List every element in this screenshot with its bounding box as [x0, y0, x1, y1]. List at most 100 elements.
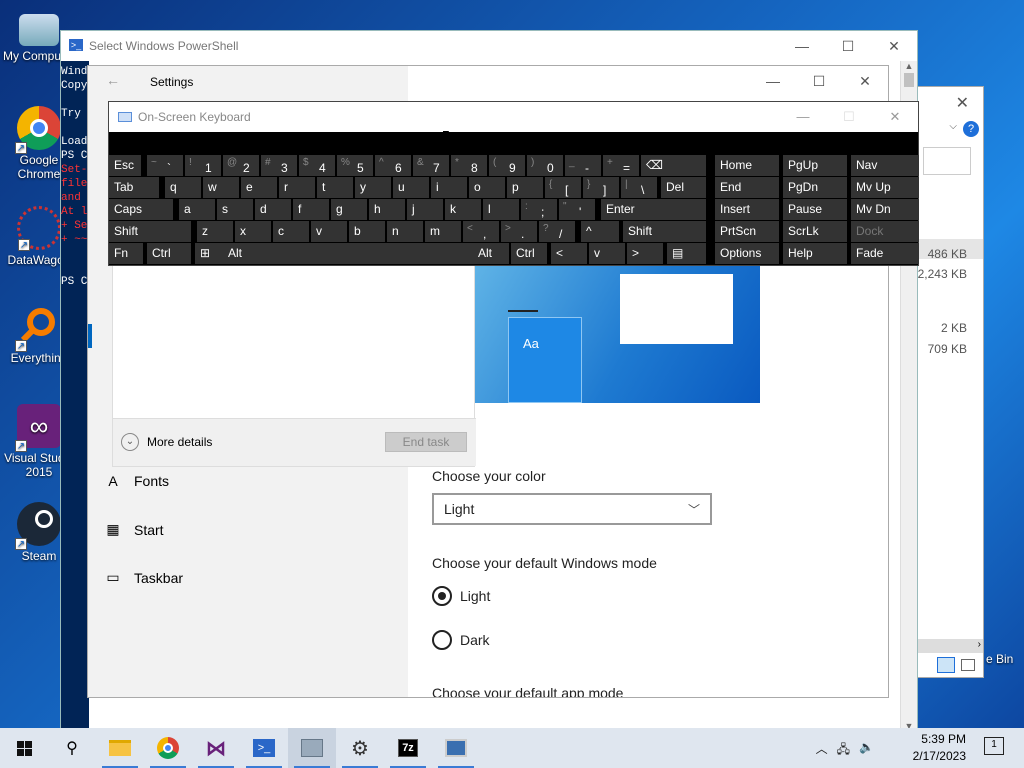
- details-view-icon[interactable]: [937, 657, 955, 673]
- large-icons-view-icon[interactable]: [961, 659, 975, 671]
- osk-key[interactable]: k: [445, 199, 481, 220]
- osk-key[interactable]: ▤: [667, 243, 706, 264]
- osk-key[interactable]: n: [387, 221, 423, 242]
- osk-key[interactable]: j: [407, 199, 443, 220]
- maximize-button[interactable]: ☐: [796, 66, 842, 96]
- osk-key[interactable]: x: [235, 221, 271, 242]
- osk-key[interactable]: Fn: [109, 243, 143, 264]
- maximize-button[interactable]: ☐: [826, 102, 872, 132]
- osk-nav-key[interactable]: PrtScn: [715, 221, 779, 242]
- close-button[interactable]: ✕: [871, 31, 917, 61]
- osk-key[interactable]: c: [273, 221, 309, 242]
- osk-nav-key[interactable]: PgUp: [783, 155, 847, 176]
- osk-key[interactable]: t: [317, 177, 353, 198]
- osk-key[interactable]: ⌫: [641, 155, 706, 176]
- taskbar-control-panel[interactable]: [288, 728, 336, 768]
- taskbar-powershell[interactable]: >_: [240, 728, 288, 768]
- minimize-button[interactable]: —: [780, 102, 826, 132]
- osk-key[interactable]: ^: [581, 221, 619, 242]
- osk-key[interactable]: % 5: [337, 155, 373, 176]
- osk-nav-key[interactable]: Nav: [851, 155, 919, 176]
- osk-key[interactable]: e: [241, 177, 277, 198]
- osk-nav-key[interactable]: PgDn: [783, 177, 847, 198]
- osk-key[interactable]: g: [331, 199, 367, 220]
- mode-dark-label[interactable]: Dark: [460, 632, 490, 648]
- osk-key[interactable]: ? /: [539, 221, 575, 242]
- osk-key[interactable]: <,: [463, 221, 499, 242]
- osk-key[interactable]: s: [217, 199, 253, 220]
- osk-key[interactable]: ^ 6: [375, 155, 411, 176]
- taskbar-settings[interactable]: ⚙: [336, 728, 384, 768]
- osk-key[interactable]: Ctrl: [511, 243, 547, 264]
- volume-icon[interactable]: 🔈: [859, 740, 874, 761]
- osk-key[interactable]: ) 0: [527, 155, 563, 176]
- osk-key[interactable]: ~ `: [147, 155, 183, 176]
- osk-nav-key[interactable]: ScrLk: [783, 221, 847, 242]
- osk-key[interactable]: Del: [661, 177, 706, 198]
- osk-key[interactable]: y: [355, 177, 391, 198]
- osk-nav-key[interactable]: Home: [715, 155, 779, 176]
- recycle-bin-label[interactable]: e Bin: [986, 652, 1013, 666]
- close-icon[interactable]: ✕: [956, 93, 969, 113]
- taskbar-file-explorer[interactable]: [96, 728, 144, 768]
- osk-key[interactable]: + =: [603, 155, 639, 176]
- osk-nav-key[interactable]: Options: [715, 243, 779, 264]
- osk-key[interactable]: | \: [621, 177, 657, 198]
- nav-taskbar[interactable]: ▭ Taskbar: [104, 569, 183, 586]
- osk-nav-key[interactable]: Insert: [715, 199, 779, 220]
- osk-key[interactable]: Alt: [473, 243, 509, 264]
- osk-key[interactable]: * 8: [451, 155, 487, 176]
- osk-key[interactable]: Tab: [109, 177, 159, 198]
- action-center-icon[interactable]: 1: [984, 737, 1004, 755]
- osk-key[interactable]: Caps: [109, 199, 173, 220]
- osk-key[interactable]: r: [279, 177, 315, 198]
- taskbar-remote-desktop[interactable]: [432, 728, 480, 768]
- osk-key[interactable]: [265, 243, 473, 264]
- osk-nav-key[interactable]: Help: [783, 243, 847, 264]
- osk-key[interactable]: Shift: [623, 221, 706, 242]
- osk-key[interactable]: m: [425, 221, 461, 242]
- taskbar-7zip[interactable]: 7z: [384, 728, 432, 768]
- osk-key[interactable]: l: [483, 199, 519, 220]
- osk-key[interactable]: }]: [583, 177, 619, 198]
- end-task-button[interactable]: End task: [385, 432, 467, 452]
- osk-nav-key[interactable]: Pause: [783, 199, 847, 220]
- osk-key[interactable]: & 7: [413, 155, 449, 176]
- osk-nav-key[interactable]: Mv Up: [851, 177, 919, 198]
- osk-key[interactable]: d: [255, 199, 291, 220]
- nav-fonts[interactable]: A Fonts: [104, 473, 169, 489]
- osk-key[interactable]: Enter: [601, 199, 706, 220]
- osk-nav-key[interactable]: Mv Dn: [851, 199, 919, 220]
- osk-key[interactable]: <: [551, 243, 587, 264]
- osk-key[interactable]: u: [393, 177, 429, 198]
- osk-key[interactable]: v: [311, 221, 347, 242]
- osk-key[interactable]: " ': [559, 199, 595, 220]
- mode-light-label[interactable]: Light: [460, 588, 490, 604]
- osk-key[interactable]: (9: [489, 155, 525, 176]
- clock[interactable]: 5:39 PM 2/17/2023: [913, 731, 966, 765]
- help-icon[interactable]: ?: [963, 121, 979, 137]
- horizontal-scrollbar[interactable]: ›: [917, 639, 983, 653]
- minimize-button[interactable]: —: [750, 66, 796, 96]
- osk-key[interactable]: {[: [545, 177, 581, 198]
- osk-key[interactable]: :;: [521, 199, 557, 220]
- close-button[interactable]: ✕: [872, 102, 918, 132]
- osk-key[interactable]: h: [369, 199, 405, 220]
- more-details-button[interactable]: ⌄ More details: [121, 433, 212, 451]
- chevron-up-icon[interactable]: ︿: [816, 740, 828, 761]
- minimize-button[interactable]: —: [779, 31, 825, 61]
- osk-key[interactable]: Alt: [223, 243, 271, 264]
- osk-key[interactable]: >.: [501, 221, 537, 242]
- chevron-down-icon[interactable]: ⌵: [949, 121, 957, 132]
- taskbar-visual-studio[interactable]: ⋈: [192, 728, 240, 768]
- back-arrow-icon[interactable]: ←: [106, 72, 120, 88]
- osk-key[interactable]: b: [349, 221, 385, 242]
- console-output[interactable]: Windo Copyr Try Load PS C Set-file and At l + Se…: [61, 61, 89, 731]
- search-button[interactable]: ⚲: [48, 728, 96, 768]
- osk-key[interactable]: >: [627, 243, 663, 264]
- osk-key[interactable]: Esc: [109, 155, 141, 176]
- mode-light-radio[interactable]: [432, 586, 452, 606]
- osk-nav-key[interactable]: Fade: [851, 243, 919, 264]
- osk-key[interactable]: ! 1: [185, 155, 221, 176]
- maximize-button[interactable]: ☐: [825, 31, 871, 61]
